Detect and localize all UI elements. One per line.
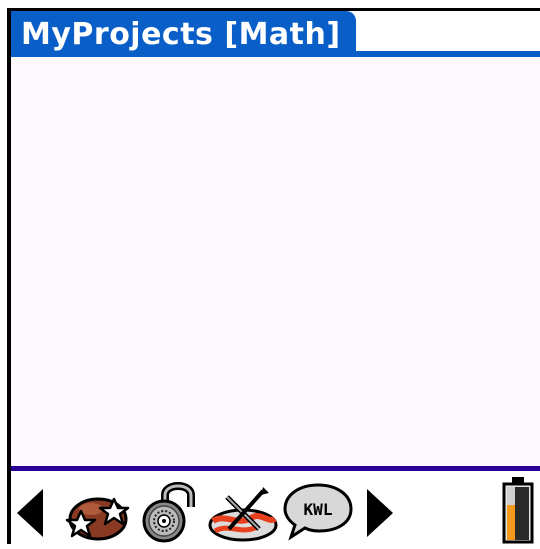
app-screen: MyProjects [Math] KWL — [0, 0, 540, 544]
next-arrow-icon[interactable] — [365, 487, 395, 543]
battery-icon — [501, 475, 535, 548]
bottom-toolbar: KWL — [11, 471, 540, 544]
prev-arrow-icon[interactable] — [15, 487, 45, 543]
main-content-area[interactable] — [11, 57, 540, 466]
kwl-icon[interactable]: KWL — [281, 481, 355, 545]
kwl-label: KWL — [304, 500, 333, 519]
lock-icon[interactable] — [137, 477, 201, 549]
page-title: MyProjects [Math] — [21, 17, 341, 52]
stars-icon[interactable] — [61, 487, 133, 549]
tools-icon[interactable] — [205, 483, 279, 547]
